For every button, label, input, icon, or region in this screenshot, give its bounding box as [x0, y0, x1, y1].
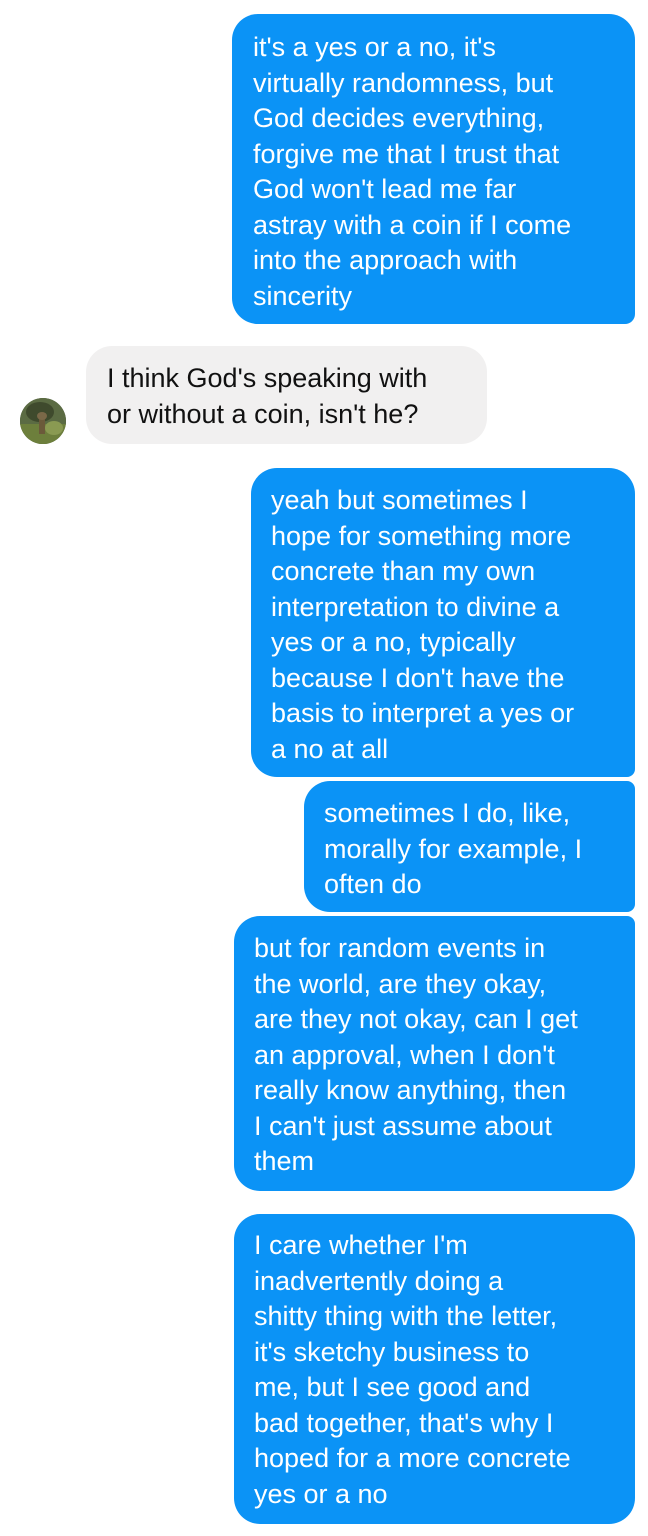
- message-bubble-sent[interactable]: but for random events in the world, are …: [234, 916, 635, 1191]
- message-bubble-sent[interactable]: it's a yes or a no, it's virtually rando…: [232, 14, 635, 324]
- message-bubble-sent[interactable]: I care whether I'm inadvertently doing a…: [234, 1214, 635, 1524]
- contact-avatar[interactable]: [20, 398, 66, 444]
- avatar-image: [20, 398, 66, 444]
- message-bubble-received[interactable]: I think God's speaking with or without a…: [86, 346, 487, 444]
- message-bubble-sent[interactable]: sometimes I do, like, morally for exampl…: [304, 781, 635, 912]
- message-bubble-sent[interactable]: yeah but sometimes I hope for something …: [251, 468, 635, 777]
- message-thread: it's a yes or a no, it's virtually rando…: [0, 0, 648, 1536]
